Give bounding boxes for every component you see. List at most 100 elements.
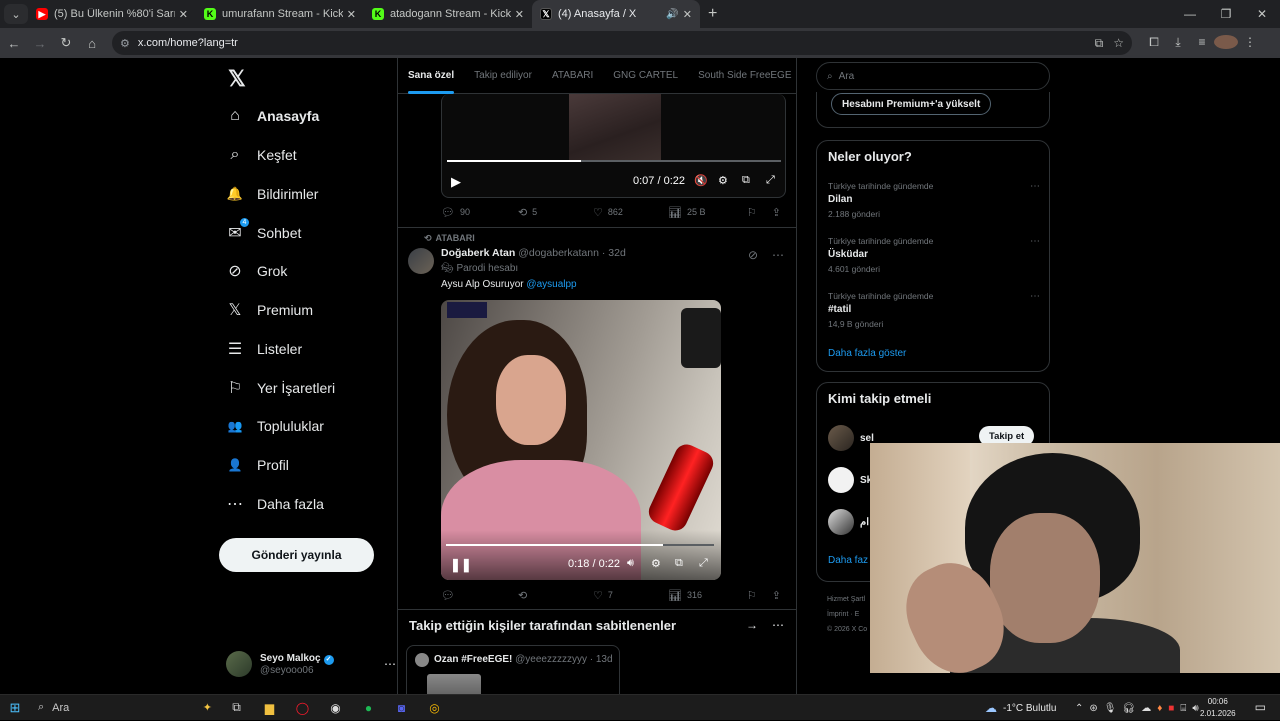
download-icon[interactable]: ⤓ — [1166, 35, 1190, 52]
weather-widget[interactable]: ☁ -1°C Bulutlu — [985, 695, 1056, 721]
pip-icon[interactable]: ⧉ — [742, 174, 750, 187]
show-more-link[interactable]: Daha faz — [828, 555, 868, 566]
restore-icon[interactable]: ❐ — [1208, 0, 1244, 28]
volume-icon[interactable]: 🔊︎ — [1192, 703, 1198, 714]
bookmark-star-icon[interactable]: ☆ — [1113, 36, 1124, 50]
windows-start-icon[interactable]: ⊞ — [0, 695, 30, 721]
nav-item-home[interactable]: ⌂ Anasayfa — [226, 101, 319, 131]
nav-item-lists[interactable]: ☰ Listeler — [226, 334, 302, 364]
suggested-user[interactable]: ام — [828, 509, 869, 535]
play-icon[interactable]: ▶ — [451, 174, 461, 190]
bookmark-button[interactable]: ⚐ — [747, 589, 762, 602]
pinned-post-card[interactable]: Ozan #FreeEGE! @yeeezzzzzyyy · 13d — [406, 645, 620, 694]
post-button[interactable]: Gönderi yayınla — [219, 538, 374, 572]
notification-icon[interactable]: ▭ — [1255, 700, 1266, 714]
video-progress[interactable] — [446, 544, 714, 546]
pip-icon[interactable]: ⧉ — [675, 557, 683, 570]
onedrive-icon[interactable]: ☁ — [1141, 703, 1151, 714]
extensions-icon[interactable]: ⧠ — [1142, 35, 1166, 52]
app-tray-icon[interactable]: ♦ — [1157, 703, 1162, 714]
home-icon[interactable]: ⌂ — [80, 31, 104, 55]
chevron-up-icon[interactable]: ⌃ — [1075, 703, 1083, 714]
task-view-icon[interactable]: ⧉ — [220, 695, 253, 721]
nav-item-communities[interactable]: 👥 Topluluklar — [226, 411, 324, 441]
fullscreen-icon[interactable]: ⤢ — [766, 174, 775, 187]
share-button[interactable]: ⇪ — [772, 206, 786, 219]
install-app-icon[interactable]: ⧉ — [1095, 36, 1104, 51]
file-explorer-icon[interactable]: ▆ — [253, 695, 286, 721]
speaker-icon[interactable]: 🔊 — [666, 9, 678, 20]
post-author[interactable]: Doğaberk Atan @dogaberkatann · 32d — [441, 247, 626, 259]
views-button[interactable]: 📊︎ 316 — [668, 589, 747, 602]
settings-icon[interactable]: ⚙ — [718, 174, 728, 187]
browser-tab-youtube[interactable]: ▶ (5) Bu Ülkenin %80'i Sarışın! - 4 ✕ — [28, 0, 196, 28]
repost-context[interactable]: ⟲ ATABARI — [424, 233, 475, 244]
mic-icon[interactable]: 🎙︎ — [1104, 703, 1117, 714]
tab-south-side[interactable]: South Side FreeEGE — [688, 58, 801, 94]
views-button[interactable]: 📊︎ 25 B — [668, 206, 747, 219]
nav-item-bookmarks[interactable]: ⚐ Yer İşaretleri — [226, 373, 335, 403]
like-button[interactable]: ♡ 862 — [593, 206, 668, 219]
obs-icon[interactable]: ◉ — [319, 695, 352, 721]
share-button[interactable]: ⇪ — [772, 589, 786, 602]
premium-upgrade-button[interactable]: Hesabını Premium+'a yükselt — [831, 93, 992, 115]
forward-icon[interactable]: → — [28, 31, 52, 55]
suggested-user[interactable]: sel — [828, 425, 874, 451]
like-button[interactable]: ♡ 7 — [593, 589, 668, 602]
nav-item-more[interactable]: ⋯ Daha fazla — [226, 489, 324, 519]
x-logo[interactable]: 𝕏 — [228, 66, 246, 92]
profile-avatar[interactable] — [1214, 34, 1238, 52]
video-progress[interactable] — [447, 160, 781, 162]
browser-menu-icon[interactable]: ⋮ — [1238, 35, 1262, 52]
more-icon[interactable]: ⋯ — [1030, 236, 1040, 247]
nav-item-profile[interactable]: 👤 Profil — [226, 450, 289, 480]
tab-for-you[interactable]: Sana özel — [398, 58, 464, 94]
tab-atabari[interactable]: ATABARI — [542, 58, 603, 94]
clock[interactable]: 00:06 2.01.2026 — [1200, 696, 1236, 720]
url-field[interactable]: ⚙ x.com/home?lang=tr ⧉ ☆ — [112, 31, 1132, 55]
show-more-link[interactable]: Daha fazla göster — [828, 348, 906, 359]
tab-search-button[interactable]: ⌄ — [4, 4, 28, 24]
search-input[interactable]: ⌕ Ara — [816, 62, 1050, 90]
trend-item[interactable]: Türkiye tarihinde gündemde #tatil 14,9 B… — [828, 291, 1040, 329]
nav-item-grok[interactable]: ⊘ Grok — [226, 256, 287, 286]
suggested-user[interactable]: Sk — [828, 467, 872, 493]
bookmark-button[interactable]: ⚐ — [747, 206, 762, 219]
close-icon[interactable]: ✕ — [515, 8, 524, 21]
trend-item[interactable]: Türkiye tarihinde gündemde Dilan 2.188 g… — [828, 181, 1040, 219]
spotify-icon[interactable]: ● — [352, 695, 385, 721]
chrome-icon[interactable]: ◎ — [418, 695, 451, 721]
nav-item-notifications[interactable]: 🔔 Bildirimler — [226, 179, 319, 209]
video-player[interactable]: ❚❚ 0:18 / 0:22 🔊︎ ⚙ ⧉ ⤢ — [441, 300, 721, 580]
grok-icon[interactable]: ⊘ — [748, 248, 758, 262]
back-icon[interactable]: ← — [2, 31, 26, 55]
minimize-icon[interactable]: — — [1172, 0, 1208, 28]
more-icon[interactable]: ⋯ — [772, 248, 784, 262]
volume-icon[interactable]: 🔊︎ — [627, 557, 634, 570]
trend-item[interactable]: Türkiye tarihinde gündemde Üsküdar 4.601… — [828, 236, 1040, 274]
more-icon[interactable]: ⋯ — [1030, 181, 1040, 192]
repost-button[interactable]: ⟲ — [518, 589, 593, 602]
reload-icon[interactable]: ↻ — [54, 31, 78, 55]
taskbar-search[interactable]: ⌕ Ara ✦ — [32, 697, 212, 719]
browser-tab-kick-atadogann[interactable]: K atadogann Stream - Kick Dashb ✕ — [364, 0, 532, 28]
mention-link[interactable]: @aysualpp — [526, 279, 576, 290]
close-icon[interactable]: ✕ — [683, 8, 692, 21]
more-icon[interactable]: ⋯ — [772, 618, 784, 632]
more-icon[interactable]: ⋯ — [1030, 291, 1040, 302]
reply-button[interactable]: 💬︎ 90 — [441, 206, 518, 219]
tab-gng-cartel[interactable]: GNG CARTEL — [603, 58, 688, 94]
fullscreen-icon[interactable]: ⤢ — [699, 557, 708, 570]
video-player[interactable]: ▶ 0:07 / 0:22 🔇 ⚙ ⧉ ⤢ — [441, 94, 786, 198]
nav-item-chat[interactable]: ✉ 4 Sohbet — [226, 217, 301, 248]
media-control-icon[interactable]: ≡ — [1190, 35, 1214, 52]
close-icon[interactable]: ✕ — [179, 8, 188, 21]
account-switcher[interactable]: Seyo Malkoç ✓ @seyooo06 ⋯ — [226, 646, 396, 682]
settings-icon[interactable]: ⚙ — [651, 557, 661, 570]
avatar[interactable] — [408, 248, 434, 274]
pause-icon[interactable]: ❚❚ — [450, 557, 472, 573]
close-icon[interactable]: ✕ — [347, 8, 356, 21]
app-tray-icon[interactable]: ■ — [1168, 703, 1174, 714]
nav-item-premium[interactable]: 𝕏 Premium — [226, 295, 313, 325]
network-icon[interactable]: ⌸ — [1180, 703, 1186, 714]
